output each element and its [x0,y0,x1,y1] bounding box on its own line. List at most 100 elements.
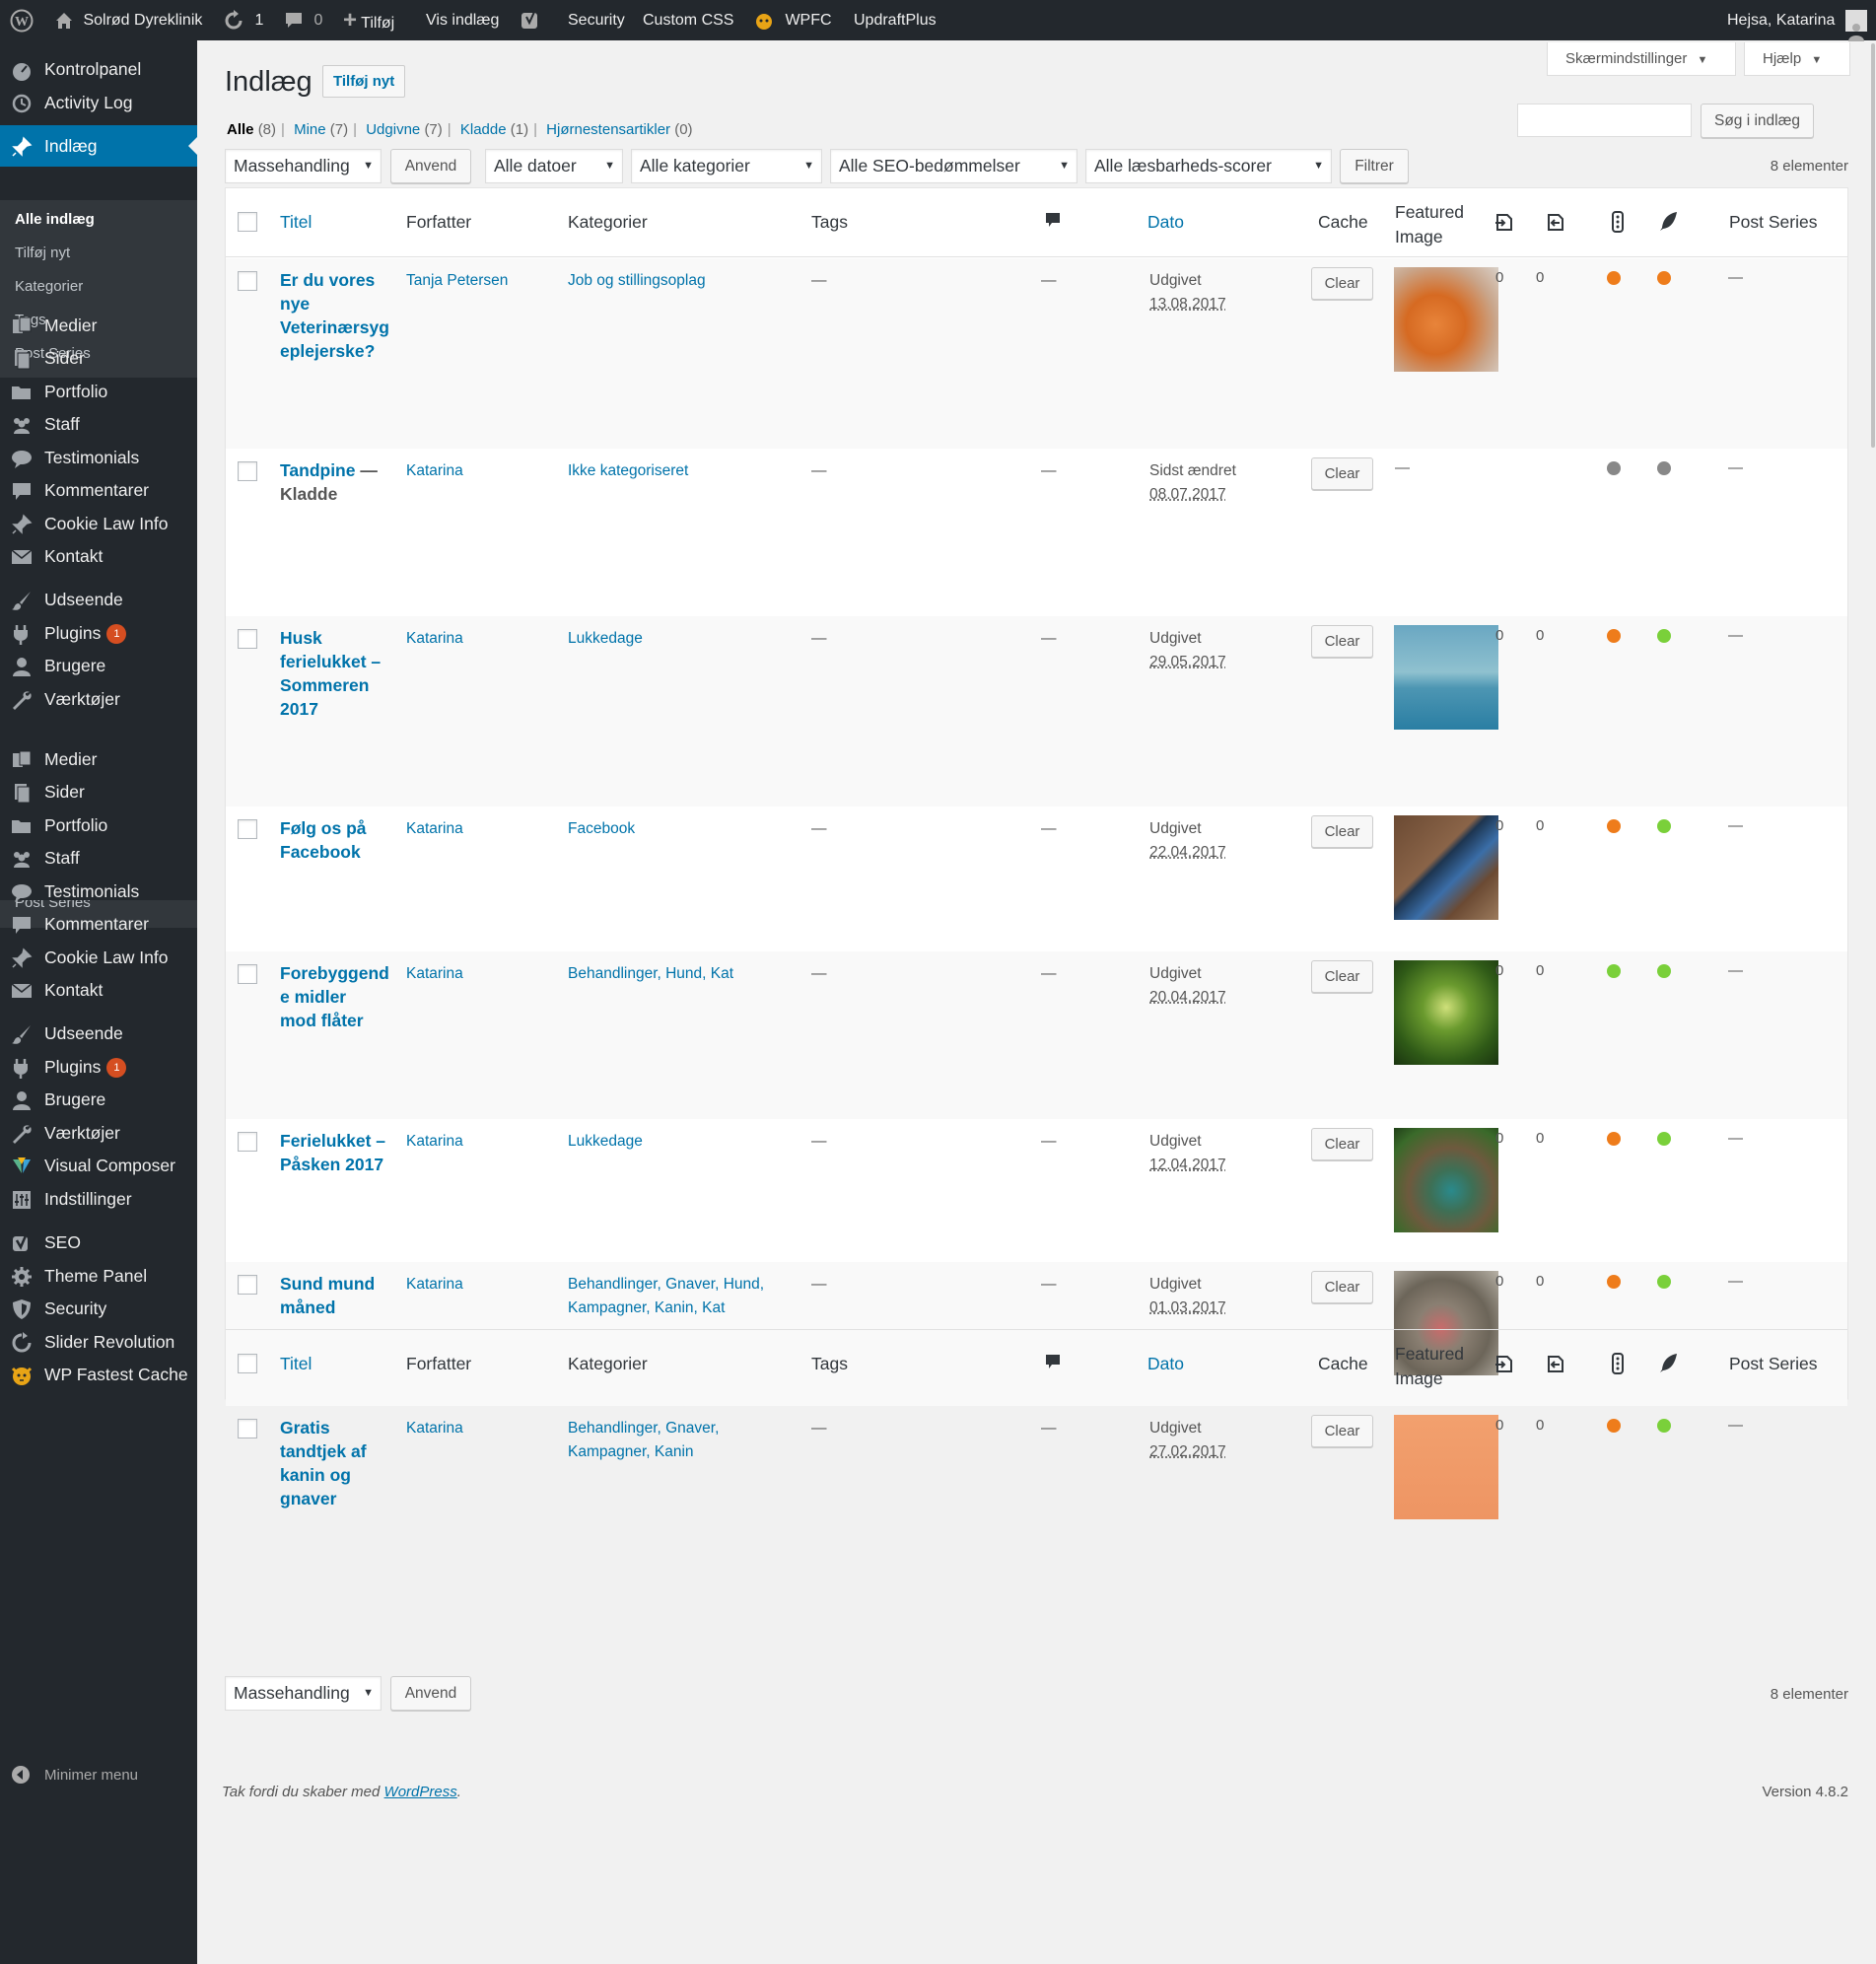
submenu-add-new[interactable]: Tilføj nyt [15,245,70,261]
view-posts-link[interactable]: Vis indlæg [426,0,499,40]
date-filter-select[interactable]: Alle datoer ▼ [485,149,623,183]
select-all-checkbox[interactable] [238,1354,257,1373]
sidebar-item-kontakt[interactable]: Kontakt [0,969,197,1011]
post-categories[interactable]: Facebook [568,817,785,841]
site-home-link[interactable]: Solrød Dyreklinik [53,0,202,40]
apply-button-bottom[interactable]: Anvend [390,1676,471,1711]
row-checkbox[interactable] [238,1419,257,1438]
seo-traffic-light-icon[interactable] [1606,1352,1630,1380]
help-tab[interactable]: Hjælp ▼ [1744,42,1850,76]
header-column-date[interactable]: Dato [1147,212,1184,233]
clear-cache-button[interactable]: Clear [1311,625,1373,658]
sidebar-item-indlæg[interactable]: Indlæg [0,125,197,167]
post-categories[interactable]: Ikke kategoriseret [568,459,785,483]
add-new-post-button[interactable]: Tilføj nyt [322,65,406,98]
incoming-links-icon[interactable] [1544,210,1567,239]
row-checkbox[interactable] [238,271,257,291]
view-drafts[interactable]: Kladde (1) [460,121,528,138]
seo-filter-select[interactable]: Alle SEO-bedømmelser ▼ [830,149,1077,183]
post-title-link[interactable]: Husk ferielukket – Sommeren 2017 [280,626,393,721]
wpfc-link[interactable]: WPFC [753,0,832,40]
custom-css-link[interactable]: Custom CSS [643,0,733,40]
bulk-action-select-bottom[interactable]: Massehandling ▼ [225,1676,382,1711]
post-title-link[interactable]: Ferielukket – Påsken 2017 [280,1129,393,1176]
readability-feather-icon[interactable] [1657,210,1681,239]
apply-button-top[interactable]: Anvend [390,149,471,183]
sidebar-item-værktøjer[interactable]: Værktøjer [0,678,197,720]
post-categories[interactable]: Behandlinger, Gnaver, Kampagner, Kanin [568,1417,785,1464]
row-checkbox[interactable] [238,1132,257,1152]
seo-traffic-light-icon[interactable] [1606,210,1630,239]
sidebar-item-kontakt[interactable]: Kontakt [0,535,197,577]
sidebar-item-indstillinger[interactable]: Indstillinger [0,1178,197,1220]
minimize-menu-button[interactable]: Minimer menu [0,1765,197,1790]
view-cornerstone[interactable]: Hjørnestensartikler (0) [546,121,692,138]
post-categories[interactable]: Behandlinger, Gnaver, Hund, Kampagner, Ka… [568,1273,785,1320]
select-all-checkbox[interactable] [238,212,257,232]
post-title-link[interactable]: Tandpine — Kladde [280,458,393,506]
clear-cache-button[interactable]: Clear [1311,1271,1373,1303]
post-author-link[interactable]: Katarina [406,1273,463,1297]
account-menu[interactable]: Hejsa, Katarina [1727,0,1867,41]
header-column-title[interactable]: Titel [280,212,312,233]
comments-link[interactable]: 0 [284,0,322,40]
internal-links-icon[interactable] [1493,210,1516,239]
footer-column-title[interactable]: Titel [280,1354,312,1374]
readability-filter-select[interactable]: Alle læsbarheds-scorer ▼ [1085,149,1332,183]
sidebar-item-wp-fastest-cache[interactable]: WP Fastest Cache [0,1354,197,1395]
clear-cache-button[interactable]: Clear [1311,815,1373,848]
category-filter-select[interactable]: Alle kategorier ▼ [631,149,822,183]
post-title-link[interactable]: Gratis tandtjek af kanin og gnaver [280,1416,393,1510]
clear-cache-button[interactable]: Clear [1311,457,1373,490]
readability-feather-icon[interactable] [1657,1352,1681,1380]
view-published[interactable]: Udgivne (7) [366,121,443,138]
internal-links-icon[interactable] [1493,1352,1516,1380]
yoast-icon[interactable] [520,0,541,40]
post-author-link[interactable]: Katarina [406,1130,463,1154]
post-author-link[interactable]: Katarina [406,1417,463,1440]
row-checkbox[interactable] [238,1275,257,1295]
post-categories[interactable]: Job og stillingsoplag [568,269,785,293]
row-checkbox[interactable] [238,964,257,984]
updraftplus-link[interactable]: UpdraftPlus [854,0,937,40]
clear-cache-button[interactable]: Clear [1311,960,1373,993]
scrollbar-thumb[interactable] [1871,43,1875,448]
row-checkbox[interactable] [238,461,257,481]
view-mine[interactable]: Mine (7) [294,121,348,138]
post-categories[interactable]: Behandlinger, Hund, Kat [568,962,785,986]
post-title-link[interactable]: Følg os på Facebook [280,816,393,864]
post-title-link[interactable]: Sund mund måned [280,1272,393,1319]
new-content-link[interactable]: + Tilføj [343,0,394,40]
post-author-link[interactable]: Katarina [406,459,463,483]
view-all[interactable]: Alle (8) [227,121,276,138]
post-categories[interactable]: Lukkedage [568,627,785,651]
wordpress-logo-icon[interactable]: W [10,0,34,40]
footer-column-date[interactable]: Dato [1147,1354,1184,1374]
updates-link[interactable]: 1 [223,0,263,40]
post-categories[interactable]: Lukkedage [568,1130,785,1154]
post-author-link[interactable]: Katarina [406,817,463,841]
post-author-link[interactable]: Katarina [406,627,463,651]
clear-cache-button[interactable]: Clear [1311,1415,1373,1447]
post-title-link[interactable]: Er du vores nye Veterinærsyg eplejerske? [280,268,393,363]
sidebar-item-activity-log[interactable]: Activity Log [0,82,197,123]
post-author-link[interactable]: Katarina [406,962,463,986]
search-input[interactable] [1517,104,1692,137]
clear-cache-button[interactable]: Clear [1311,267,1373,300]
filter-button[interactable]: Filtrer [1340,149,1409,183]
screen-options-tab[interactable]: Skærmindstillinger ▼ [1547,42,1736,76]
security-link[interactable]: Security [568,0,625,40]
row-checkbox[interactable] [238,819,257,839]
submenu-all-posts[interactable]: Alle indlæg [15,211,95,228]
row-checkbox[interactable] [238,629,257,649]
post-author-link[interactable]: Tanja Petersen [406,269,508,293]
comments-column-icon[interactable] [1043,210,1067,239]
comments-column-icon[interactable] [1043,1352,1067,1380]
bulk-action-select-top[interactable]: Massehandling ▼ [225,149,382,183]
submenu-categories[interactable]: Kategorier [15,278,83,295]
incoming-links-icon[interactable] [1544,1352,1567,1380]
search-posts-button[interactable]: Søg i indlæg [1701,104,1814,138]
post-title-link[interactable]: Forebyggend e midler mod flåter [280,961,393,1032]
clear-cache-button[interactable]: Clear [1311,1128,1373,1160]
wordpress-link[interactable]: WordPress [384,1784,457,1800]
